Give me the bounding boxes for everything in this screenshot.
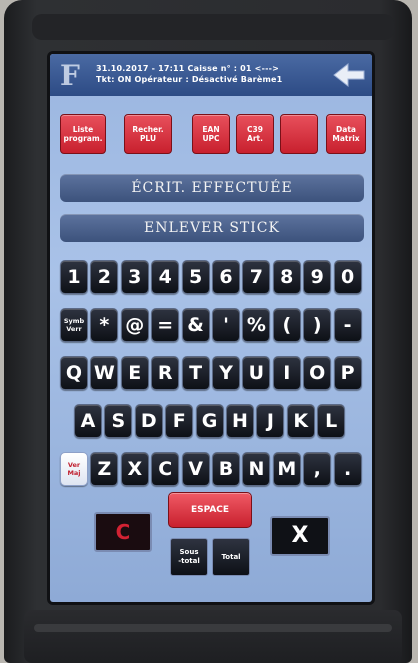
instruction-banner: ENLEVER STICK — [60, 214, 364, 242]
key-q[interactable]: Q — [60, 356, 88, 390]
key-symbol-1[interactable]: * — [90, 308, 119, 342]
key-1[interactable]: 1 — [60, 260, 88, 294]
key-row5-6[interactable]: N — [242, 452, 271, 486]
key-row5-3[interactable]: C — [151, 452, 180, 486]
key-symbol-6[interactable]: % — [242, 308, 271, 342]
c39-article-button[interactable]: C39 Art. — [236, 114, 274, 154]
total-key[interactable]: Total — [212, 538, 250, 576]
clear-key[interactable]: C — [94, 512, 152, 552]
key-g[interactable]: G — [195, 404, 224, 438]
pos-terminal: F 31.10.2017 - 17:11 Caisse n° : 01 <---… — [4, 0, 412, 663]
key-f[interactable]: F — [165, 404, 194, 438]
caps-lock-key[interactable]: Ver Maj — [60, 452, 88, 486]
key-k[interactable]: K — [286, 404, 315, 438]
key-row5-9[interactable]: . — [333, 452, 362, 486]
header-date-register: 31.10.2017 - 17:11 Caisse n° : 01 <---> — [96, 64, 280, 73]
symbol-lock-key[interactable]: Symb Verr — [60, 308, 88, 342]
device-top-bezel — [32, 14, 394, 40]
key-w[interactable]: W — [90, 356, 119, 390]
key-5[interactable]: 5 — [181, 260, 210, 294]
key-t[interactable]: T — [181, 356, 210, 390]
key-u[interactable]: U — [242, 356, 271, 390]
key-symbol-5[interactable]: ' — [212, 308, 240, 342]
search-plu-button[interactable]: Recher. PLU — [124, 114, 172, 154]
key-row5-7[interactable]: M — [272, 452, 301, 486]
header-ticket-operator: Tkt: ON Opérateur : Désactivé Barème1 — [96, 75, 283, 84]
key-s[interactable]: S — [104, 404, 133, 438]
brand-logo: F — [60, 59, 80, 92]
back-arrow-icon[interactable] — [332, 62, 366, 88]
key-row5-4[interactable]: V — [181, 452, 210, 486]
key-8[interactable]: 8 — [272, 260, 301, 294]
ean-upc-button[interactable]: EAN UPC — [192, 114, 230, 154]
subtotal-key[interactable]: Sous -total — [170, 538, 208, 576]
touch-screen: F 31.10.2017 - 17:11 Caisse n° : 01 <---… — [50, 54, 372, 602]
key-symbol-4[interactable]: & — [181, 308, 210, 342]
key-symbol-2[interactable]: @ — [120, 308, 149, 342]
key-p[interactable]: P — [333, 356, 362, 390]
key-6[interactable]: 6 — [212, 260, 240, 294]
space-key[interactable]: ESPACE — [168, 492, 252, 528]
status-header: F 31.10.2017 - 17:11 Caisse n° : 01 <---… — [50, 54, 372, 96]
key-row5-5[interactable]: B — [212, 452, 240, 486]
key-symbol-3[interactable]: = — [151, 308, 180, 342]
key-7[interactable]: 7 — [242, 260, 271, 294]
key-row5-2[interactable]: X — [120, 452, 149, 486]
key-symbol-8[interactable]: ) — [303, 308, 332, 342]
blank-function-button[interactable] — [280, 114, 318, 154]
status-banner: ÉCRIT. EFFECTUÉE — [60, 174, 364, 202]
key-r[interactable]: R — [151, 356, 180, 390]
key-symbol-9[interactable]: - — [333, 308, 362, 342]
key-a[interactable]: A — [74, 404, 102, 438]
key-4[interactable]: 4 — [151, 260, 180, 294]
key-9[interactable]: 9 — [303, 260, 332, 294]
key-y[interactable]: Y — [212, 356, 240, 390]
key-2[interactable]: 2 — [90, 260, 119, 294]
key-e[interactable]: E — [120, 356, 149, 390]
key-i[interactable]: I — [272, 356, 301, 390]
key-l[interactable]: L — [317, 404, 346, 438]
key-3[interactable]: 3 — [120, 260, 149, 294]
key-0[interactable]: 0 — [333, 260, 362, 294]
key-row5-8[interactable]: , — [303, 452, 332, 486]
key-o[interactable]: O — [303, 356, 332, 390]
device-bottom — [24, 610, 402, 663]
cancel-key[interactable]: X — [270, 516, 330, 556]
key-d[interactable]: D — [134, 404, 163, 438]
key-j[interactable]: J — [256, 404, 285, 438]
device-bottom-trim — [34, 624, 392, 632]
list-program-button[interactable]: Liste program. — [60, 114, 106, 154]
key-h[interactable]: H — [226, 404, 254, 438]
key-symbol-7[interactable]: ( — [272, 308, 301, 342]
key-row5-1[interactable]: Z — [90, 452, 119, 486]
data-matrix-button[interactable]: Data Matrix — [326, 114, 366, 154]
